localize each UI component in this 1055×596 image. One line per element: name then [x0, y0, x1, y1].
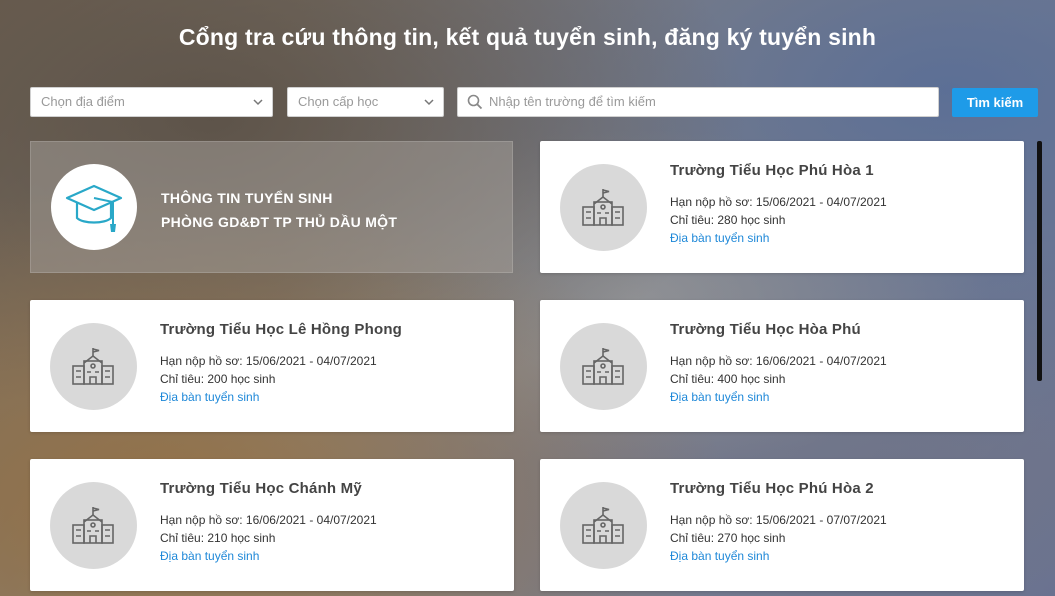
school-card[interactable]: Trường Tiểu Học Lê Hồng Phong Hạn nộp hồ…: [30, 300, 514, 432]
location-select-placeholder: Chọn địa điểm: [41, 94, 125, 109]
school-avatar: [560, 164, 647, 251]
school-deadline: Hạn nộp hồ sơ: 16/06/2021 - 04/07/2021: [160, 513, 377, 527]
school-deadline: Hạn nộp hồ sơ: 15/06/2021 - 04/07/2021: [670, 195, 887, 209]
banner-logo: [51, 164, 137, 250]
search-icon: [467, 94, 483, 110]
school-avatar: [560, 482, 647, 569]
school-name[interactable]: Trường Tiểu Học Phú Hòa 2: [670, 480, 874, 497]
school-name[interactable]: Trường Tiểu Học Phú Hòa 1: [670, 162, 874, 179]
search-input[interactable]: Nhập tên trường để tìm kiếm: [457, 87, 939, 117]
banner-line-1: THÔNG TIN TUYỂN SINH: [161, 190, 333, 206]
school-quota: Chỉ tiêu: 400 học sinh: [670, 372, 786, 386]
school-building-icon: [582, 507, 624, 544]
search-placeholder: Nhập tên trường để tìm kiếm: [489, 94, 656, 109]
page-title: Cổng tra cứu thông tin, kết quả tuyển si…: [178, 24, 877, 50]
school-quota: Chỉ tiêu: 270 học sinh: [670, 531, 786, 545]
school-building-icon: [72, 348, 114, 385]
enrollment-area-link[interactable]: Địa bàn tuyển sinh: [670, 231, 769, 245]
school-card[interactable]: Trường Tiểu Học Chánh Mỹ Hạn nộp hồ sơ: …: [30, 459, 514, 591]
school-name[interactable]: Trường Tiểu Học Lê Hồng Phong: [160, 321, 402, 338]
level-select-placeholder: Chọn cấp học: [298, 94, 379, 109]
enrollment-area-link[interactable]: Địa bàn tuyển sinh: [160, 549, 259, 563]
school-quota: Chỉ tiêu: 200 học sinh: [160, 372, 276, 386]
school-building-icon: [72, 507, 114, 544]
school-name[interactable]: Trường Tiểu Học Chánh Mỹ: [160, 480, 362, 497]
school-quota: Chỉ tiêu: 210 học sinh: [160, 531, 276, 545]
school-building-icon: [582, 348, 624, 385]
school-deadline: Hạn nộp hồ sơ: 16/06/2021 - 04/07/2021: [670, 354, 887, 368]
school-deadline: Hạn nộp hồ sơ: 15/06/2021 - 07/07/2021: [670, 513, 887, 527]
location-select[interactable]: Chọn địa điểm: [30, 87, 273, 117]
banner-line-2: PHÒNG GD&ĐT TP THỦ DẦU MỘT: [161, 214, 398, 230]
school-building-icon: [582, 189, 624, 226]
school-name[interactable]: Trường Tiểu Học Hòa Phú: [670, 321, 861, 338]
school-card[interactable]: Trường Tiểu Học Phú Hòa 1 Hạn nộp hồ sơ:…: [540, 141, 1024, 273]
school-avatar: [50, 482, 137, 569]
chevron-down-icon: [424, 99, 434, 106]
chevron-down-icon: [253, 99, 263, 106]
admission-info-banner[interactable]: THÔNG TIN TUYỂN SINH PHÒNG GD&ĐT TP THỦ …: [30, 141, 513, 273]
school-quota: Chỉ tiêu: 280 học sinh: [670, 213, 786, 227]
school-deadline: Hạn nộp hồ sơ: 15/06/2021 - 04/07/2021: [160, 354, 377, 368]
school-avatar: [50, 323, 137, 410]
enrollment-area-link[interactable]: Địa bàn tuyển sinh: [670, 390, 769, 404]
level-select[interactable]: Chọn cấp học: [287, 87, 444, 117]
search-button[interactable]: Tìm kiếm: [952, 88, 1038, 117]
school-card[interactable]: Trường Tiểu Học Phú Hòa 2 Hạn nộp hồ sơ:…: [540, 459, 1024, 591]
school-card[interactable]: Trường Tiểu Học Hòa Phú Hạn nộp hồ sơ: 1…: [540, 300, 1024, 432]
school-avatar: [560, 323, 647, 410]
enrollment-area-link[interactable]: Địa bàn tuyển sinh: [160, 390, 259, 404]
scrollbar[interactable]: [1037, 141, 1042, 381]
enrollment-area-link[interactable]: Địa bàn tuyển sinh: [670, 549, 769, 563]
graduation-cap-icon: [65, 184, 123, 232]
